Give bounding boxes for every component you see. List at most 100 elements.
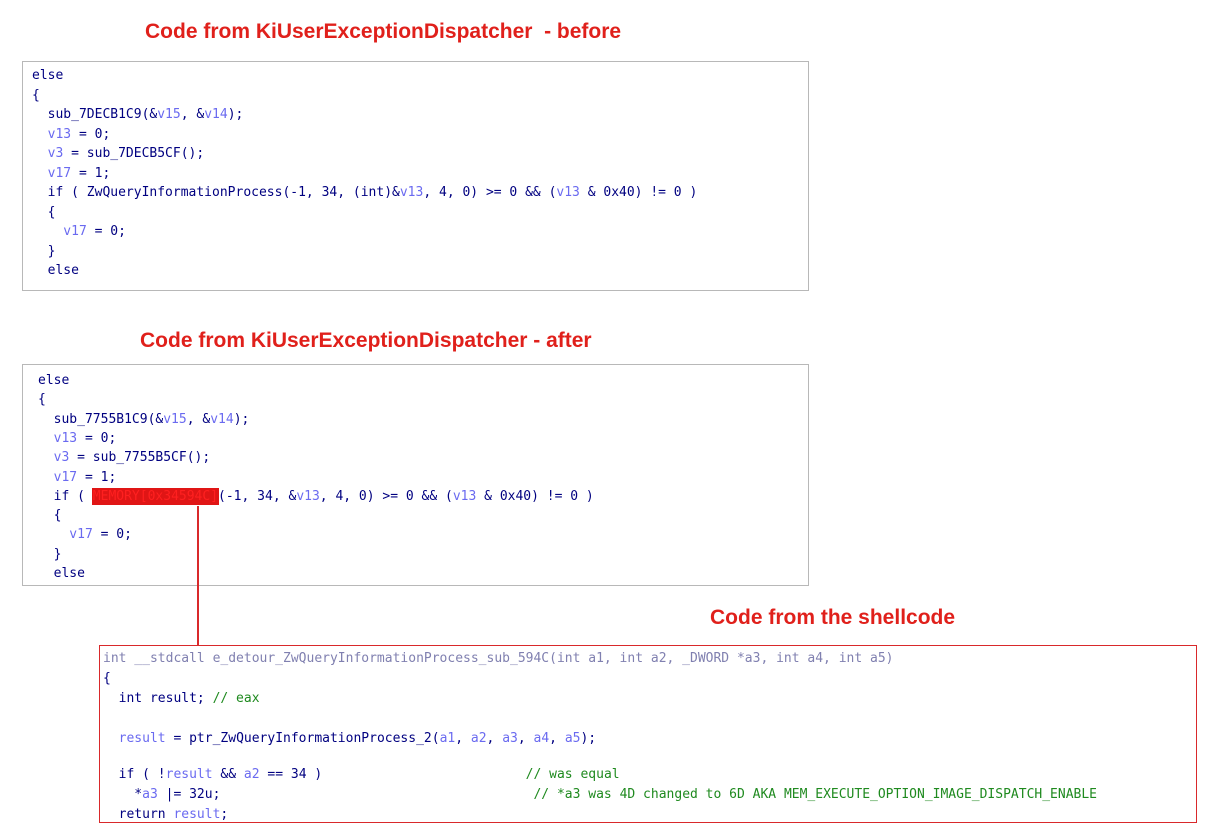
code-line: *a3 |= 32u; // *a3 was 4D changed to 6D … [103,785,1097,804]
code-line: v3 = sub_7DECB5CF(); [32,144,205,163]
code-line: { [32,203,56,222]
code-token: v17 [32,224,87,239]
code-token: if ( ! [103,767,166,782]
code-line: v13 = 0; [38,429,117,448]
code-token: a4 [533,731,550,746]
heading-after: Code from KiUserExceptionDispatcher - af… [140,329,592,352]
code-token: v14 [204,107,228,122]
highlighted-token: MEMORY[0x34594C] [91,487,220,505]
code-token: } [38,546,62,562]
code-token: = 1; [71,165,111,181]
code-panel-before: else { sub_7DECB1C9(&v15, &v14); v13 = 0;… [22,61,809,291]
code-token: == 34 ) [259,767,526,782]
code-line: { [32,86,40,105]
code-line: int result; // eax [103,689,260,708]
code-token: & 0x40) != 0 ) [579,185,698,200]
heading-shellcode: Code from the shellcode [710,606,956,629]
code-token: a2 [243,767,260,782]
code-token: // *a3 was 4D changed to 6D AKA MEM_EXEC… [533,787,1098,802]
code-token: } [32,243,56,259]
code-token: result [103,731,166,746]
code-token: = sub_7755B5CF(); [69,450,211,466]
code-token: , [455,731,471,746]
code-line: v17 = 0; [38,525,132,544]
code-line: } [38,545,62,564]
code-line: v3 = sub_7755B5CF(); [38,448,211,467]
code-token: |= 32u; [157,787,534,802]
code-line: if ( !result && a2 == 34 ) // was equal [103,765,620,784]
code-token: v3 [32,146,64,161]
code-token: sub_7DECB1C9(& [32,107,158,122]
code-token: ); [580,731,597,746]
code-line: result = ptr_ZwQueryInformationProcess_2… [103,729,596,748]
code-token: // was equal [525,767,620,782]
code-token: { [103,671,111,686]
code-token: a3 [142,787,158,802]
code-line: if ( MEMORY[0x34594C](-1, 34, &v13, 4, 0… [38,487,594,506]
code-line: sub_7755B1C9(&v15, &v14); [38,410,250,429]
code-token: = sub_7DECB5CF(); [63,146,205,161]
code-token: = 1; [77,469,117,485]
code-token: else [38,373,70,388]
code-line: { [103,669,111,688]
code-token: v13 [556,185,580,200]
code-token: return [103,807,174,822]
code-token: { [38,508,62,524]
code-token: ); [233,411,250,427]
code-token: ; [220,807,229,822]
connector-line [197,506,199,647]
code-token: , & [180,107,205,122]
code-line: else [38,564,85,583]
code-token: else [32,263,79,278]
code-token: , 4, 0) >= 0 && ( [319,488,453,504]
code-token: , & [186,411,211,427]
code-line: else [38,371,69,390]
code-token: , [486,731,503,746]
code-token: { [38,392,46,408]
code-token: v15 [163,411,187,427]
code-token: ); [227,107,244,122]
code-line: v17 = 1; [38,468,117,487]
code-panel-shellcode: int __stdcall e_detour_ZwQueryInformatio… [99,645,1197,823]
code-token: a5 [564,731,581,746]
code-line: v17 = 1; [32,164,111,183]
code-token: = 0; [71,126,111,142]
code-line: sub_7DECB1C9(&v15, &v14); [32,105,244,124]
code-token: a1 [439,731,456,746]
code-token: v3 [38,450,70,466]
code-token: = 0; [92,527,132,543]
code-token: = 0; [86,224,126,239]
code-line: { [38,390,46,409]
code-token: a3 [502,731,518,746]
code-token: v17 [38,527,93,543]
code-line: else [32,66,63,85]
code-line: else [32,261,79,280]
code-token: = ptr_ZwQueryInformationProcess_2( [165,731,440,746]
code-token: v13 [32,126,72,142]
code-token: if ( ZwQueryInformationProcess(-1, 34, (… [32,185,400,200]
code-token: , [549,731,565,746]
code-token: , [517,731,534,746]
code-token: v14 [210,411,234,427]
code-token: & 0x40) != 0 ) [476,488,594,504]
code-token: && [212,767,244,782]
code-line: return result; [103,805,229,822]
code-token: { [32,87,40,103]
code-token: v13 [452,488,477,504]
code-token: else [32,68,64,83]
code-token: v15 [157,107,181,122]
code-token: = 0; [77,430,117,446]
code-line: } [32,242,56,261]
code-token: v13 [399,185,424,200]
code-token: (-1, 34, & [218,488,297,504]
code-token: a2 [470,731,487,746]
code-line: int __stdcall e_detour_ZwQueryInformatio… [103,649,894,668]
code-token: * [103,787,143,802]
code-token: , 4, 0) >= 0 && ( [423,185,557,200]
code-token: v17 [38,469,78,485]
code-token: v17 [32,165,72,181]
heading-before: Code from KiUserExceptionDispatcher - be… [145,20,622,43]
code-token: result [173,807,221,822]
code-line: { [38,506,62,525]
code-token: sub_7755B1C9(& [38,411,164,427]
